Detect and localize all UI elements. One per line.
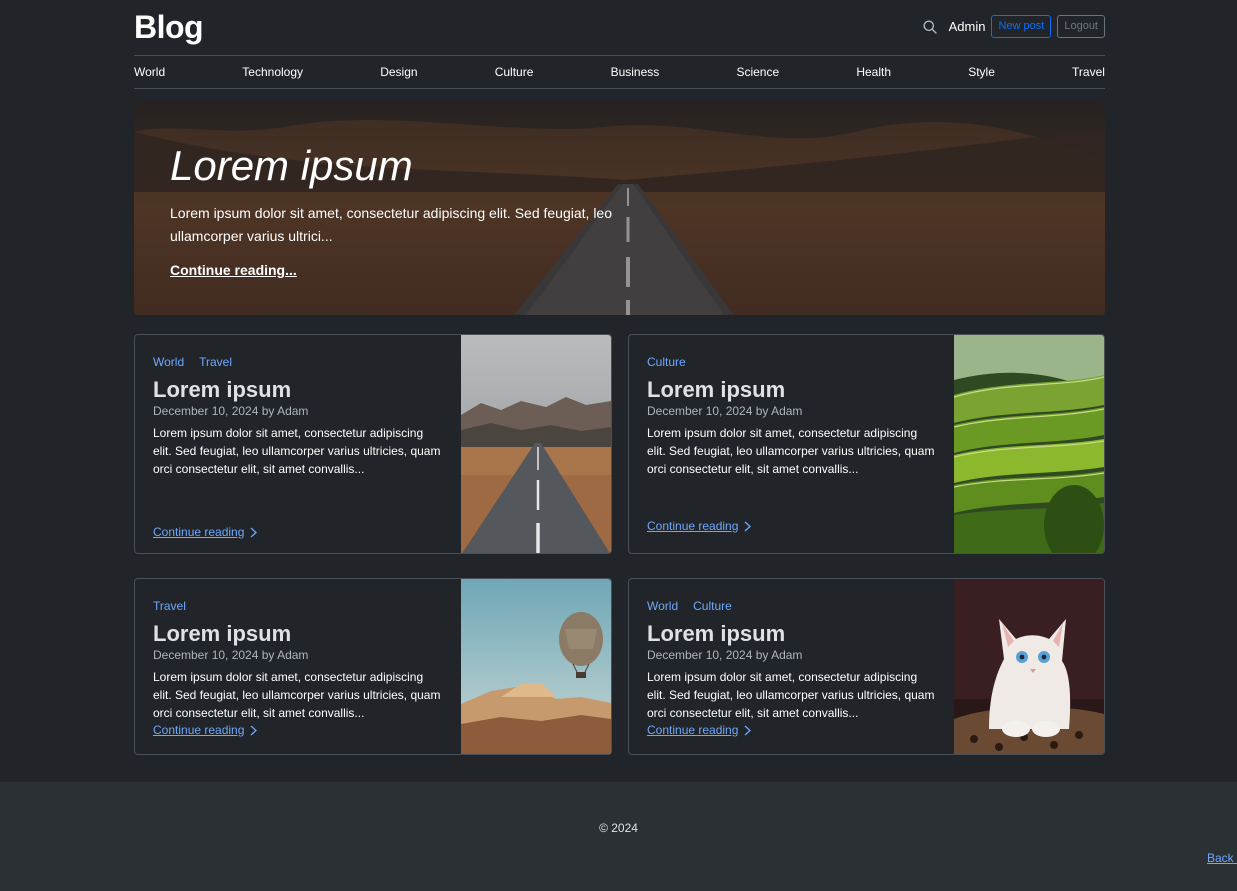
post-tags: World Culture bbox=[647, 599, 732, 613]
post-title[interactable]: Lorem ipsum bbox=[647, 377, 785, 403]
nav-item-business[interactable]: Business bbox=[611, 65, 660, 79]
post-tag[interactable]: World bbox=[647, 599, 678, 613]
post-tag[interactable]: Travel bbox=[199, 355, 232, 369]
post-card-body: World Culture Lorem ipsum December 10, 2… bbox=[647, 579, 947, 754]
post-tag[interactable]: Travel bbox=[153, 599, 186, 613]
post-excerpt: Lorem ipsum dolor sit amet, consectetur … bbox=[153, 426, 441, 476]
nav-item-science[interactable]: Science bbox=[736, 65, 779, 79]
post-meta: December 10, 2024 by Adam bbox=[153, 404, 309, 418]
post-title[interactable]: Lorem ipsum bbox=[647, 621, 785, 647]
chevron-right-icon bbox=[250, 725, 258, 735]
nav-item-style[interactable]: Style bbox=[968, 65, 995, 79]
post-meta: December 10, 2024 by Adam bbox=[153, 648, 309, 662]
post-tag[interactable]: Culture bbox=[647, 355, 686, 369]
post-thumbnail bbox=[461, 579, 611, 754]
copyright-text: © 2024 bbox=[599, 821, 638, 835]
new-post-button[interactable]: New post bbox=[991, 15, 1052, 38]
continue-reading-link[interactable]: Continue reading bbox=[153, 723, 258, 737]
category-nav: World Technology Design Culture Business… bbox=[134, 56, 1105, 89]
post-excerpt: Lorem ipsum dolor sit amet, consectetur … bbox=[647, 670, 935, 720]
continue-reading-label: Continue reading bbox=[153, 525, 245, 539]
search-icon[interactable] bbox=[922, 19, 938, 35]
post-card: Travel Lorem ipsum December 10, 2024 by … bbox=[134, 578, 612, 755]
post-tags: Culture bbox=[647, 355, 686, 369]
post-thumbnail bbox=[954, 579, 1104, 754]
post-card-body: World Travel Lorem ipsum December 10, 20… bbox=[153, 335, 453, 553]
site-footer: © 2024 Back to top bbox=[0, 782, 1237, 891]
post-tags: Travel bbox=[153, 599, 186, 613]
header-actions: Admin New post Logout bbox=[922, 15, 1105, 38]
post-title[interactable]: Lorem ipsum bbox=[153, 621, 291, 647]
post-card: World Culture Lorem ipsum December 10, 2… bbox=[628, 578, 1105, 755]
continue-reading-label: Continue reading bbox=[647, 519, 739, 533]
nav-item-technology[interactable]: Technology bbox=[242, 65, 303, 79]
continue-reading-link[interactable]: Continue reading bbox=[647, 723, 752, 737]
post-card: World Travel Lorem ipsum December 10, 20… bbox=[134, 334, 612, 554]
post-card-body: Culture Lorem ipsum December 10, 2024 by… bbox=[647, 335, 947, 553]
continue-reading-link[interactable]: Continue reading bbox=[647, 519, 752, 533]
continue-reading-link[interactable]: Continue reading bbox=[153, 525, 258, 539]
nav-item-travel[interactable]: Travel bbox=[1072, 65, 1105, 79]
hero-content: Lorem ipsum Lorem ipsum dolor sit amet, … bbox=[170, 142, 640, 280]
continue-reading-label: Continue reading bbox=[153, 723, 245, 737]
chevron-right-icon bbox=[744, 725, 752, 735]
post-card: Culture Lorem ipsum December 10, 2024 by… bbox=[628, 334, 1105, 554]
post-excerpt: Lorem ipsum dolor sit amet, consectetur … bbox=[647, 426, 935, 476]
back-to-top-link[interactable]: Back to top bbox=[619, 851, 1237, 865]
post-meta: December 10, 2024 by Adam bbox=[647, 404, 803, 418]
hero-lead: Lorem ipsum dolor sit amet, consectetur … bbox=[170, 205, 613, 244]
user-name[interactable]: Admin bbox=[949, 19, 986, 34]
page-container: Blog Admin New post Logout World Technol… bbox=[134, 0, 1105, 755]
featured-post-hero: Lorem ipsum Lorem ipsum dolor sit amet, … bbox=[134, 102, 1105, 315]
post-meta: December 10, 2024 by Adam bbox=[647, 648, 803, 662]
post-card-body: Travel Lorem ipsum December 10, 2024 by … bbox=[153, 579, 453, 754]
post-tags: World Travel bbox=[153, 355, 232, 369]
post-tag[interactable]: World bbox=[153, 355, 184, 369]
post-thumbnail bbox=[954, 335, 1104, 553]
continue-reading-label: Continue reading bbox=[647, 723, 739, 737]
nav-item-world[interactable]: World bbox=[134, 65, 165, 79]
post-thumbnail bbox=[461, 335, 611, 553]
nav-item-design[interactable]: Design bbox=[380, 65, 417, 79]
site-brand[interactable]: Blog bbox=[134, 9, 204, 46]
hero-continue-link[interactable]: Continue reading... bbox=[170, 262, 297, 278]
logout-button[interactable]: Logout bbox=[1057, 15, 1105, 38]
nav-item-health[interactable]: Health bbox=[856, 65, 891, 79]
site-header: Blog Admin New post Logout bbox=[134, 0, 1105, 56]
post-tag[interactable]: Culture bbox=[693, 599, 732, 613]
post-excerpt: Lorem ipsum dolor sit amet, consectetur … bbox=[153, 670, 441, 720]
chevron-right-icon bbox=[744, 521, 752, 531]
post-title[interactable]: Lorem ipsum bbox=[153, 377, 291, 403]
hero-title: Lorem ipsum bbox=[170, 142, 413, 189]
chevron-right-icon bbox=[250, 527, 258, 537]
nav-item-culture[interactable]: Culture bbox=[495, 65, 534, 79]
